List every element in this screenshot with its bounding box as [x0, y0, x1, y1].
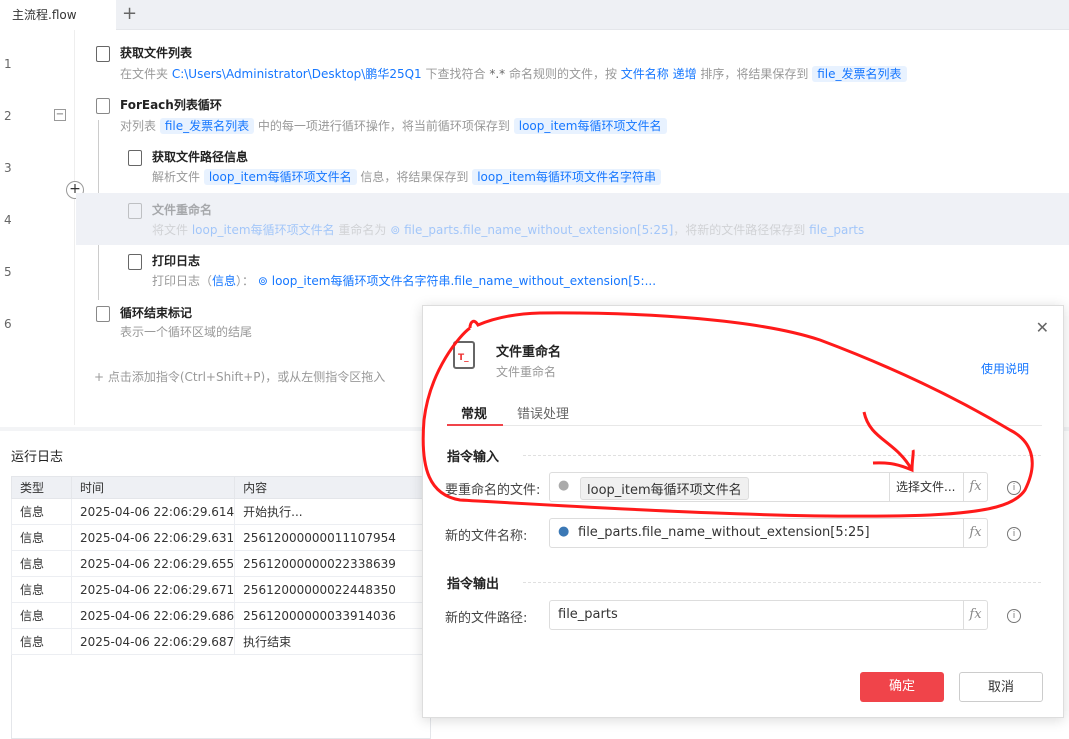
step-get-path-info[interactable]: 获取文件路径信息 解析文件 loop_item每循环项文件名 信息，将结果保存到… [76, 142, 1069, 194]
new-file-path-label: 新的文件路径: [445, 611, 528, 626]
step-title: 获取文件列表 [120, 46, 193, 60]
log-time: 2025-04-06 22:06:29.655 [70, 550, 236, 577]
variable-chip[interactable]: loop_item每循环项文件名 [580, 477, 749, 500]
collapse-loop-button[interactable]: − [54, 109, 66, 121]
tab-bar: 主流程.flow + [0, 0, 1069, 30]
rename-file-dialog: ✕ T_ 文件重命名 文件重命名 使用说明 常规 错误处理 指令输入 要重命名的… [422, 305, 1064, 718]
log-row[interactable]: 信息 2025-04-06 22:06:29.671 256120000000224… [11, 576, 431, 603]
loop-end-icon [96, 306, 110, 322]
log-row[interactable]: 信息 2025-04-06 22:06:29.631 256120000000111… [11, 524, 431, 551]
new-file-name-label: 新的文件名称: [445, 529, 528, 544]
step-title: 循环结束标记 [120, 306, 193, 320]
info-icon[interactable]: i [1007, 481, 1021, 495]
step-desc: 对列表 file_发票名列表 中的每一项进行循环操作，将当前循环项保存到 loo… [120, 117, 667, 134]
line-number: 4 [4, 213, 12, 227]
line-gutter: 1 2 3 4 5 6 [0, 30, 75, 425]
log-time: 2025-04-06 22:06:29.686 [70, 602, 236, 629]
log-content: 25612000000033914036 [234, 602, 431, 629]
section-divider [523, 455, 1041, 456]
step-get-file-list[interactable]: 获取文件列表 在文件夹 C:\Users\Administrator\Deskt… [76, 38, 1069, 90]
log-time: 2025-04-06 22:06:29.687 [70, 628, 236, 655]
tab-general[interactable]: 常规 [461, 403, 487, 422]
dialog-subtitle: 文件重命名 [496, 365, 557, 379]
log-type: 信息 [11, 550, 72, 577]
step-rename-file[interactable]: 文件重命名 将文件 loop_item每循环项文件名 重命名为 ⊚ file_p… [76, 193, 1069, 245]
file-list-icon [96, 46, 110, 62]
input-section-title: 指令输入 [447, 450, 500, 465]
add-tab-button[interactable]: + [122, 3, 137, 24]
new-file-name-field[interactable]: ● file_parts.file_name_without_extension… [549, 518, 988, 548]
col-type[interactable]: 类型 [11, 476, 72, 499]
step-title: ForEach列表循环 [120, 98, 222, 112]
step-desc: 将文件 loop_item每循环项文件名 重命名为 ⊚ file_parts.f… [152, 223, 865, 237]
log-row[interactable]: 信息 2025-04-06 22:06:29.614 开始执行... [11, 498, 431, 525]
tab-divider [447, 425, 1042, 426]
step-desc: 在文件夹 C:\Users\Administrator\Desktop\鹏华25… [120, 65, 907, 82]
log-time: 2025-04-06 22:06:29.631 [70, 524, 236, 551]
col-time[interactable]: 时间 [70, 476, 236, 499]
file-to-rename-label: 要重命名的文件: [445, 483, 541, 498]
help-link[interactable]: 使用说明 [981, 360, 1029, 377]
info-icon[interactable]: i [1007, 609, 1021, 623]
new-file-path-value: file_parts [558, 607, 618, 622]
step-title: 获取文件路径信息 [152, 150, 249, 164]
log-content: 25612000000011107954 [234, 524, 431, 551]
printer-icon [128, 254, 142, 270]
active-tab-indicator [447, 424, 503, 426]
dialog-title: 文件重命名 [496, 345, 562, 360]
log-content: 执行结束 [234, 628, 431, 655]
step-desc: 表示一个循环区域的结尾 [120, 325, 253, 339]
tab-error-handling[interactable]: 错误处理 [517, 403, 569, 422]
confirm-button[interactable]: 确定 [860, 672, 944, 702]
log-content: 25612000000022448350 [234, 576, 431, 603]
log-type: 信息 [11, 628, 72, 655]
line-number: 2 [4, 109, 12, 123]
rename-file-icon: T_ [453, 341, 475, 369]
rename-file-icon [128, 203, 142, 219]
log-table: 类型 时间 内容 信息 2025-04-06 22:06:29.614 开始执行..… [11, 476, 431, 655]
col-content[interactable]: 内容 [234, 476, 431, 499]
log-content: 25612000000022338639 [234, 550, 431, 577]
cancel-button[interactable]: 取消 [959, 672, 1043, 702]
step-title: 文件重命名 [152, 203, 213, 217]
step-foreach[interactable]: ForEach列表循环 对列表 file_发票名列表 中的每一项进行循环操作，将… [76, 90, 1069, 142]
line-number: 5 [4, 265, 12, 279]
fx-button[interactable]: fx [963, 601, 987, 629]
fx-button[interactable]: fx [963, 473, 987, 501]
step-title: 打印日志 [152, 254, 201, 268]
step-desc: 打印日志（信息）： ⊚ loop_item每循环项文件名字符串.file_nam… [152, 274, 657, 288]
step-print-log[interactable]: 打印日志 打印日志（信息）： ⊚ loop_item每循环项文件名字符串.fil… [76, 246, 1069, 298]
loop-icon [96, 98, 110, 114]
log-content: 开始执行... [234, 498, 431, 525]
close-icon[interactable]: ✕ [1036, 318, 1049, 337]
log-type: 信息 [11, 576, 72, 603]
new-file-path-field[interactable]: file_parts fx [549, 600, 988, 630]
file-to-rename-field[interactable]: ● loop_item每循环项文件名 选择文件... fx [549, 472, 988, 502]
section-divider [523, 582, 1041, 583]
log-type: 信息 [11, 602, 72, 629]
info-icon[interactable]: i [1007, 527, 1021, 541]
log-type: 信息 [11, 524, 72, 551]
python-icon: ● [558, 478, 570, 493]
log-header-row: 类型 时间 内容 [11, 476, 431, 499]
log-row[interactable]: 信息 2025-04-06 22:06:29.687 执行结束 [11, 628, 431, 655]
file-info-icon [128, 150, 142, 166]
select-file-button[interactable]: 选择文件... [889, 473, 963, 501]
line-number: 3 [4, 161, 12, 175]
log-type: 信息 [11, 498, 72, 525]
log-row[interactable]: 信息 2025-04-06 22:06:29.686 256120000000339… [11, 602, 431, 629]
line-number: 1 [4, 57, 12, 71]
output-section-title: 指令输出 [447, 577, 500, 592]
line-number: 6 [4, 317, 12, 331]
add-instruction-hint[interactable]: + 点击添加指令(Ctrl+Shift+P)，或从左侧指令区拖入 [94, 368, 385, 385]
new-file-name-value: file_parts.file_name_without_extension[5… [578, 525, 870, 540]
log-time: 2025-04-06 22:06:29.671 [70, 576, 236, 603]
log-row[interactable]: 信息 2025-04-06 22:06:29.655 256120000000223… [11, 550, 431, 577]
log-title: 运行日志 [11, 450, 64, 465]
fx-button[interactable]: fx [963, 519, 987, 547]
tab-main-flow[interactable]: 主流程.flow [0, 0, 116, 30]
python-icon: ● [558, 524, 570, 539]
log-time: 2025-04-06 22:06:29.614 [70, 498, 236, 525]
step-desc: 解析文件 loop_item每循环项文件名 信息，将结果保存到 loop_ite… [152, 168, 661, 185]
